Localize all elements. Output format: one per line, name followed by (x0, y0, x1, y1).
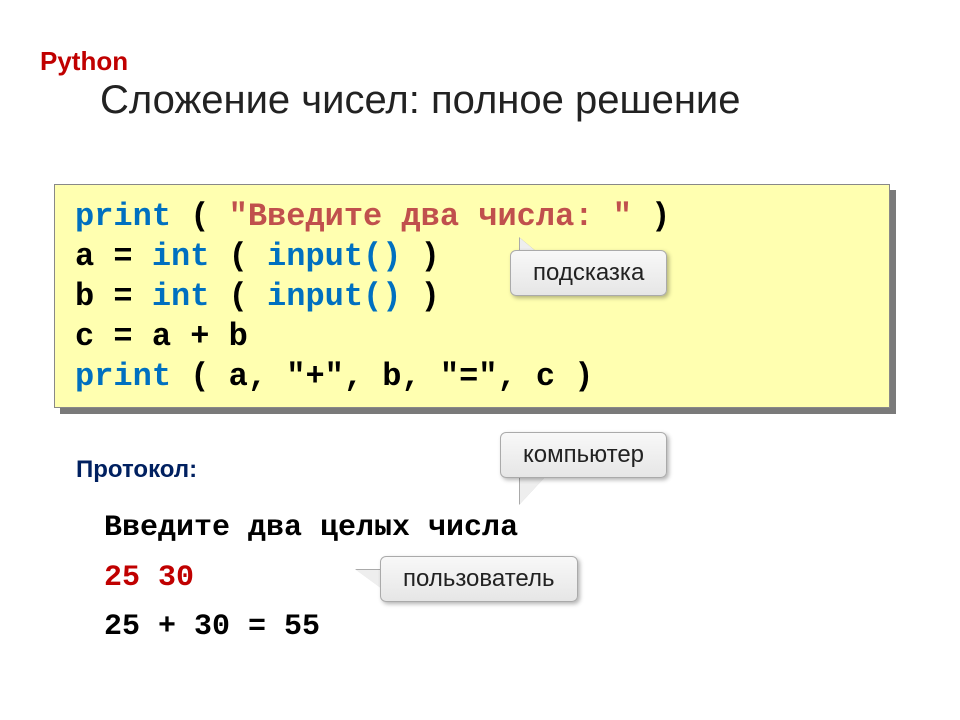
keyword-int: int (152, 278, 210, 315)
code-text: a = (75, 238, 152, 275)
callout-user: пользователь (380, 556, 578, 602)
string-literal: "Введите два числа: " (229, 198, 632, 235)
callout-tail (520, 476, 546, 504)
keyword-input: input() (267, 278, 401, 315)
code-line-4: c = a + b (75, 317, 869, 357)
keyword-input: input() (267, 238, 401, 275)
code-line-2: a = int ( input() ) (75, 237, 869, 277)
slide-title: Сложение чисел: полное решение (100, 78, 741, 123)
code-text: ( (209, 238, 267, 275)
language-label: Python (40, 46, 128, 77)
code-line-3: b = int ( input() ) (75, 277, 869, 317)
code-line-5: print ( a, "+", b, "=", c ) (75, 357, 869, 397)
code-text: ( (209, 278, 267, 315)
code-text: ) (401, 238, 439, 275)
code-block: print ( "Введите два числа: " ) a = int … (54, 184, 890, 408)
code-text: ( (171, 198, 229, 235)
protocol-result: 25 + 30 = 55 (104, 603, 518, 653)
code-text: ( a, "+", b, "=", c ) (171, 358, 593, 395)
code-text: ) (632, 198, 670, 235)
callout-computer: компьютер (500, 432, 667, 478)
protocol-prompt: Введите два целых числа (104, 504, 518, 554)
keyword-print: print (75, 358, 171, 395)
code-text: ) (401, 278, 439, 315)
code-line-1: print ( "Введите два числа: " ) (75, 197, 869, 237)
code-text: b = (75, 278, 152, 315)
keyword-print: print (75, 198, 171, 235)
callout-hint: подсказка (510, 250, 667, 296)
keyword-int: int (152, 238, 210, 275)
protocol-label: Протокол: (76, 456, 197, 484)
